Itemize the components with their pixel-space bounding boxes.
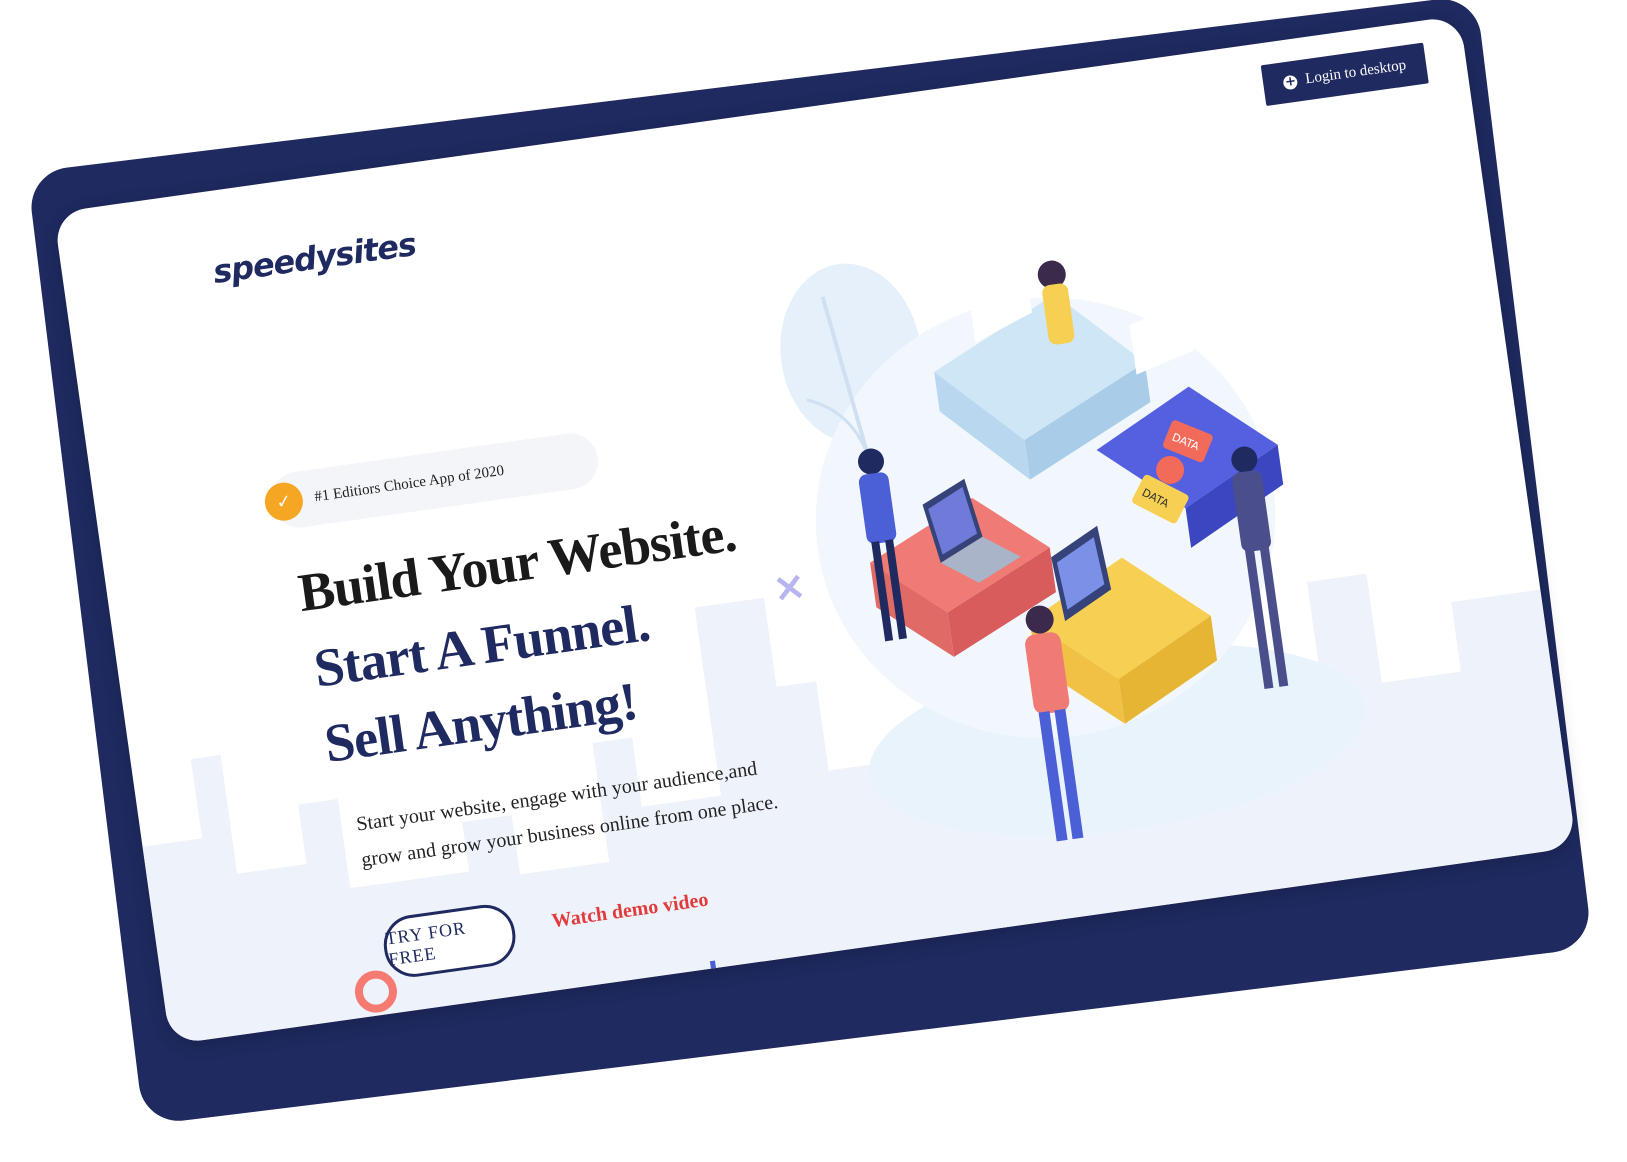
- brand-logo[interactable]: speedysites: [211, 225, 418, 291]
- stage: speedysites + Login to desktop ✓ #1 Edit…: [0, 0, 1627, 1162]
- plus-circle-icon: +: [1282, 73, 1299, 90]
- editors-choice-badge: ✓ #1 Editiors Choice App of 2020: [262, 429, 602, 532]
- login-to-desktop-button[interactable]: + Login to desktop: [1261, 42, 1429, 107]
- login-button-label: Login to desktop: [1304, 57, 1408, 88]
- puzzle-team-illustration: DATA DATA: [780, 258, 1366, 842]
- check-badge-icon: ✓: [262, 480, 306, 524]
- badge-text: #1 Editiors Choice App of 2020: [313, 462, 506, 505]
